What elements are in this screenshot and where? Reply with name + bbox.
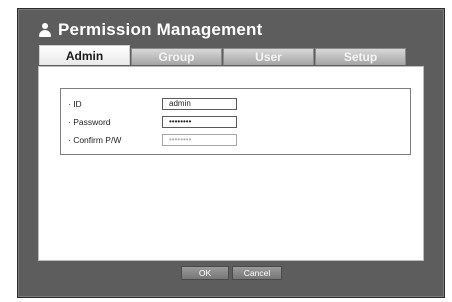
id-field[interactable]: admin — [162, 98, 237, 110]
cancel-button[interactable]: Cancel — [232, 266, 282, 280]
password-row: · Password •••••••• — [61, 116, 410, 131]
confirm-password-field[interactable]: •••••••• — [162, 134, 237, 146]
ok-button[interactable]: OK — [181, 266, 229, 280]
permission-management-window: Permission Management Admin Group User S… — [17, 8, 445, 298]
title-bar: Permission Management — [38, 18, 262, 42]
tab-group[interactable]: Group — [131, 48, 222, 65]
tab-bar: Admin Group User Setup — [39, 45, 406, 65]
tab-admin[interactable]: Admin — [39, 45, 130, 65]
tab-setup[interactable]: Setup — [315, 48, 406, 65]
page-title: Permission Management — [58, 20, 263, 39]
admin-credentials-form: · ID admin · Password •••••••• · Confirm… — [60, 88, 411, 155]
id-label: · ID — [68, 99, 82, 109]
confirm-password-label: · Confirm P/W — [68, 135, 122, 145]
tab-user[interactable]: User — [223, 48, 314, 65]
id-row: · ID admin — [61, 98, 410, 113]
tab-content-panel: · ID admin · Password •••••••• · Confirm… — [38, 66, 424, 261]
password-field[interactable]: •••••••• — [162, 116, 237, 128]
confirm-password-row: · Confirm P/W •••••••• — [61, 134, 410, 149]
password-label: · Password — [68, 117, 111, 127]
user-icon — [38, 22, 52, 38]
